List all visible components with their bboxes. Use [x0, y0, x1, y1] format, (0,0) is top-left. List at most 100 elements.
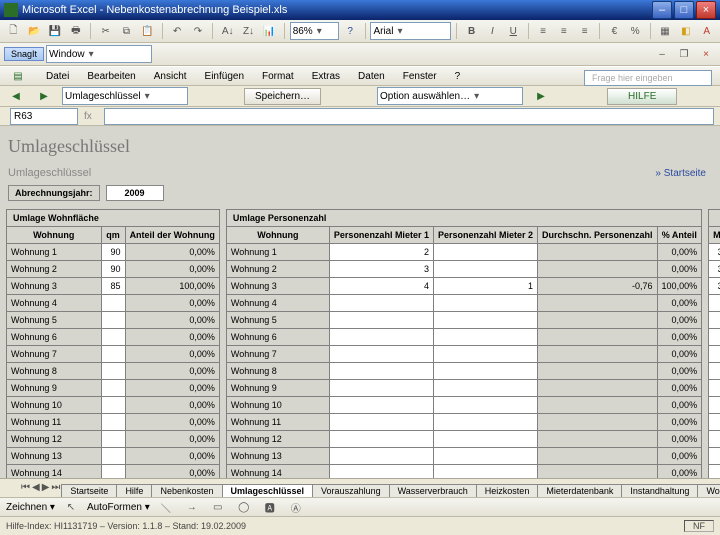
cell-qm[interactable]: 90: [101, 244, 125, 261]
option-combo[interactable]: Option auswählen… ▾: [377, 87, 523, 105]
cell-wohnung[interactable]: Wohnung 11: [7, 414, 102, 431]
redo-icon[interactable]: ↷: [189, 21, 208, 41]
cell-wohnung[interactable]: Wohnung 14: [226, 465, 329, 479]
cell-wohnung[interactable]: Wohnung 9: [7, 380, 102, 397]
doc-restore-icon[interactable]: ❐: [674, 44, 694, 64]
cell-p2[interactable]: [433, 431, 537, 448]
font-combo[interactable]: Arial ▾: [370, 22, 451, 40]
menu-bearbeiten[interactable]: Bearbeiten: [83, 69, 139, 84]
select-icon[interactable]: ↖: [61, 497, 81, 517]
tab-nav-prev-icon[interactable]: ◀: [31, 478, 41, 497]
table-row[interactable]: Wohnung 1900,00%: [7, 244, 220, 261]
cell-p1[interactable]: [329, 363, 433, 380]
cell-wohnung[interactable]: Wohnung 13: [7, 448, 102, 465]
sheet-tab[interactable]: Heizkosten: [476, 484, 539, 497]
table-row[interactable]: Wohnung 60,00%: [226, 329, 701, 346]
cell-wohnung[interactable]: Wohnung 10: [226, 397, 329, 414]
cell-wohnung[interactable]: Wohnung 5: [7, 312, 102, 329]
table-row[interactable]: 31.12.200836500,00%: [709, 244, 720, 261]
table-row[interactable]: Wohnung 385100,00%: [7, 278, 220, 295]
sort-desc-icon[interactable]: Z↓: [239, 21, 258, 41]
cell-p1[interactable]: [329, 295, 433, 312]
menu-format[interactable]: Format: [258, 69, 298, 84]
snagit-button[interactable]: SnagIt: [4, 47, 44, 61]
cell-qm[interactable]: [101, 380, 125, 397]
cut-icon[interactable]: ✂: [96, 21, 115, 41]
table-wohnflaeche[interactable]: Umlage Wohnfläche Wohnung qm Anteil der …: [6, 209, 220, 478]
cell-qm[interactable]: [101, 329, 125, 346]
cell-wohnung[interactable]: Wohnung 11: [226, 414, 329, 431]
cell-mieter1-bis[interactable]: [709, 295, 720, 312]
cell-wohnung[interactable]: Wohnung 7: [226, 346, 329, 363]
sheet-tab[interactable]: Vorauszahlung: [312, 484, 390, 497]
paste-icon[interactable]: 📋: [138, 21, 157, 41]
align-center-icon[interactable]: ≡: [554, 21, 573, 41]
cell-wohnung[interactable]: Wohnung 4: [7, 295, 102, 312]
sheet-tab[interactable]: Nebenkosten: [151, 484, 222, 497]
align-left-icon[interactable]: ≡: [534, 21, 553, 41]
zeichnen-menu[interactable]: Zeichnen ▾: [6, 502, 55, 513]
ask-question-box[interactable]: Frage hier eingeben: [584, 70, 712, 86]
cell-wohnung[interactable]: Wohnung 6: [7, 329, 102, 346]
wordart-icon[interactable]: Ⓐ: [286, 497, 306, 517]
forward-icon[interactable]: ▶: [34, 86, 54, 106]
doc-minimize-icon[interactable]: –: [652, 44, 672, 64]
cell-p1[interactable]: [329, 465, 433, 479]
table-mieterwechsel[interactable]: Mieterwech Mieter 1 bis Mieter 2 von Woh…: [708, 209, 720, 478]
sheet-tab[interactable]: Instandhaltung: [621, 484, 698, 497]
doc-close-icon[interactable]: ×: [696, 44, 716, 64]
table-row[interactable]: Wohnung 60,00%: [7, 329, 220, 346]
cell-mieter1-bis[interactable]: [709, 329, 720, 346]
table-row[interactable]: Wohnung 230,00%: [226, 261, 701, 278]
name-box[interactable]: R63: [10, 108, 78, 125]
cell-mieter1-bis[interactable]: [709, 312, 720, 329]
cell-wohnung[interactable]: Wohnung 6: [226, 329, 329, 346]
table-row[interactable]: 00,00%: [709, 312, 720, 329]
table-row[interactable]: Wohnung 70,00%: [7, 346, 220, 363]
formula-bar[interactable]: [104, 108, 714, 125]
cell-p1[interactable]: [329, 312, 433, 329]
help-icon[interactable]: ?: [341, 21, 360, 41]
percent-icon[interactable]: %: [626, 21, 645, 41]
table-row[interactable]: 00,00%: [709, 380, 720, 397]
cell-qm[interactable]: [101, 465, 125, 479]
cell-p2[interactable]: [433, 414, 537, 431]
menu-fenster[interactable]: Fenster: [399, 69, 441, 84]
cell-p1[interactable]: 3: [329, 261, 433, 278]
excel-doc-icon[interactable]: ▤: [4, 64, 32, 88]
menu-ansicht[interactable]: Ansicht: [150, 69, 191, 84]
cell-mieter1-bis[interactable]: [709, 380, 720, 397]
tab-nav-next-icon[interactable]: ▶: [41, 478, 51, 497]
cell-p2[interactable]: [433, 329, 537, 346]
table-row[interactable]: Wohnung 50,00%: [226, 312, 701, 329]
cell-wohnung[interactable]: Wohnung 5: [226, 312, 329, 329]
sort-asc-icon[interactable]: A↓: [218, 21, 237, 41]
oval-icon[interactable]: ◯: [234, 497, 254, 517]
cell-p1[interactable]: 4: [329, 278, 433, 295]
worksheet-area[interactable]: Umlageschlüssel Umlageschlüssel » Starts…: [0, 126, 720, 478]
snagit-window-combo[interactable]: Window ▾: [46, 45, 152, 63]
startseite-link[interactable]: » Startseite: [655, 168, 706, 179]
chart-icon[interactable]: 📊: [260, 21, 279, 41]
font-color-icon[interactable]: A: [697, 21, 716, 41]
cell-p2[interactable]: [433, 312, 537, 329]
cell-mieter1-bis[interactable]: [709, 346, 720, 363]
sheet-tab[interactable]: Hilfe: [116, 484, 152, 497]
cell-qm[interactable]: [101, 312, 125, 329]
sheet-tab[interactable]: Wasserverbrauch: [389, 484, 477, 497]
cell-p2[interactable]: [433, 397, 537, 414]
table-row[interactable]: Wohnung 50,00%: [7, 312, 220, 329]
table-row[interactable]: Wohnung 90,00%: [226, 380, 701, 397]
cell-wohnung[interactable]: Wohnung 4: [226, 295, 329, 312]
cell-qm[interactable]: [101, 295, 125, 312]
cell-mieter1-bis[interactable]: 31.05.2008: [709, 278, 720, 295]
italic-icon[interactable]: I: [483, 21, 502, 41]
speichern-button[interactable]: Speichern…: [244, 88, 321, 105]
table-row[interactable]: Wohnung 2900,00%: [7, 261, 220, 278]
new-icon[interactable]: 🗋: [4, 21, 23, 41]
hilfe-button[interactable]: HILFE: [607, 88, 677, 105]
table-row[interactable]: Wohnung 110,00%: [7, 414, 220, 431]
zoom-combo[interactable]: 86% ▾: [290, 22, 339, 40]
line-icon[interactable]: ＼: [156, 497, 176, 517]
cell-p1[interactable]: [329, 380, 433, 397]
